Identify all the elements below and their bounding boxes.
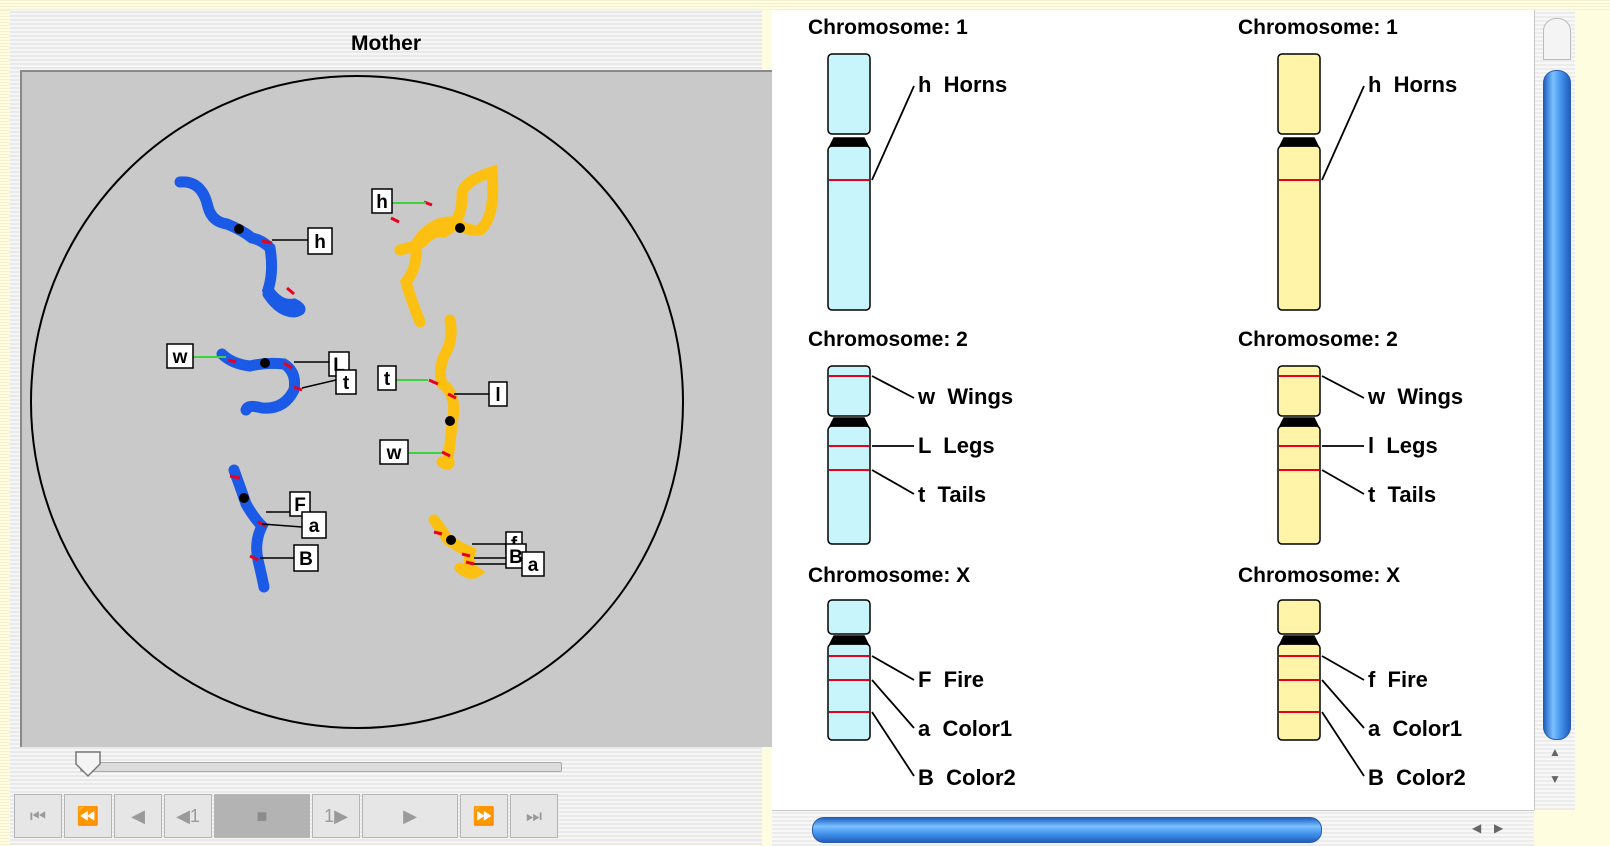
chromosome-title: Chromosome: X <box>1238 564 1401 587</box>
horizontal-scrollbar-thumb[interactable] <box>812 817 1322 843</box>
gene-label: h Horns <box>918 72 1008 97</box>
cell-gene-tag[interactable]: w <box>379 439 409 465</box>
cell-gene-tag[interactable]: a <box>301 511 327 539</box>
scrollbar-cap <box>1543 18 1571 60</box>
chromosome-title: Chromosome: 1 <box>808 16 968 39</box>
stop-button[interactable]: ■ <box>214 794 310 838</box>
chromosome-title: Chromosome: 2 <box>808 328 968 351</box>
gene-label: w Wings <box>1368 384 1464 409</box>
cell-diagram: h h w L t t l w F a B B a <box>30 75 684 729</box>
timeline-slider-thumb[interactable] <box>74 750 104 780</box>
gene-label: F Fire <box>918 667 985 692</box>
svg-text:B: B <box>509 547 523 568</box>
gene-label: t Tails <box>918 482 987 507</box>
horizontal-scrollbar[interactable]: ◀ ▶ <box>772 810 1534 846</box>
gene-label: f Fire <box>1368 667 1428 692</box>
gene-label: l Legs <box>1368 433 1438 458</box>
fast-forward-button[interactable]: ⏩ <box>460 794 508 838</box>
svg-text:a: a <box>309 516 320 537</box>
chromosome-title: Chromosome: 1 <box>1238 16 1398 39</box>
gene-label: t Tails <box>1368 482 1437 507</box>
skip-to-end-button[interactable]: ⏭ <box>510 794 558 838</box>
chromosome-title: Chromosome: X <box>808 564 971 587</box>
back-one-button[interactable]: ◀1 <box>164 794 212 838</box>
panel-title: Mother <box>351 32 421 55</box>
chromosome-title: Chromosome: 2 <box>1238 328 1398 351</box>
scroll-up-arrow-icon[interactable]: ▲ <box>1549 745 1561 759</box>
cell-view[interactable]: h h w L t t l w F a B B a <box>20 70 783 747</box>
cell-gene-tag[interactable]: t <box>335 369 357 395</box>
gene-label: a Color1 <box>1368 716 1463 741</box>
chromosome-1-left <box>827 53 871 135</box>
chromosome-x-left <box>827 599 871 635</box>
cell-gene-tag[interactable]: w <box>166 343 194 369</box>
gene-label: B Color2 <box>918 765 1016 790</box>
cell-gene-tag[interactable]: B <box>293 544 319 572</box>
chromosome-1-right <box>1277 53 1321 135</box>
cell-gene-tag[interactable]: h <box>307 227 333 255</box>
svg-text:t: t <box>384 369 391 390</box>
gene-label: w Wings <box>918 384 1014 409</box>
chromosome-2-right <box>1277 365 1321 417</box>
timeline-slider-track[interactable] <box>80 762 562 772</box>
chromosome-x-right <box>1277 599 1321 635</box>
svg-text:h: h <box>314 232 326 253</box>
gene-label: L Legs <box>918 433 995 458</box>
svg-text:w: w <box>172 347 188 368</box>
scroll-down-arrow-icon[interactable]: ▼ <box>1549 772 1561 786</box>
svg-text:l: l <box>495 385 500 406</box>
rewind-button[interactable]: ⏪ <box>64 794 112 838</box>
chromosome-map-panel: Chromosome: 1 Chromosome: 2 Chromosome: … <box>772 10 1534 810</box>
gene-label: B Color2 <box>1368 765 1466 790</box>
mother-strand-chrX-yellow <box>428 514 486 579</box>
svg-text:w: w <box>386 443 402 464</box>
step-back-button[interactable]: ◀ <box>114 794 162 838</box>
mother-strand-chr2-yellow <box>434 314 460 470</box>
svg-text:t: t <box>343 373 350 394</box>
mother-strand-chrX-blue <box>228 464 270 593</box>
cell-gene-tag[interactable]: t <box>377 365 397 391</box>
svg-text:h: h <box>376 192 388 213</box>
vertical-scrollbar[interactable]: ▲ ▼ <box>1534 10 1575 810</box>
cell-gene-tag[interactable]: l <box>488 381 508 407</box>
mother-panel: Mother h h w L t t l w F a B B a ⏮ ⏪ ◀ ◀… <box>10 10 783 845</box>
cell-gene-tag[interactable]: a <box>521 551 545 577</box>
mother-strand-chr1-yellow <box>394 164 499 328</box>
chromosome-2-left <box>827 365 871 417</box>
svg-text:a: a <box>528 555 539 576</box>
skip-to-start-button[interactable]: ⏮ <box>14 794 62 838</box>
gene-label: h Horns <box>1368 72 1458 97</box>
svg-text:B: B <box>299 549 313 570</box>
scroll-right-arrow-icon[interactable]: ▶ <box>1494 821 1503 835</box>
mother-strand-chr1-blue <box>174 176 306 318</box>
gene-label: a Color1 <box>918 716 1013 741</box>
scroll-left-arrow-icon[interactable]: ◀ <box>1472 821 1481 835</box>
play-button[interactable]: ▶ <box>362 794 458 838</box>
forward-one-button[interactable]: 1▶ <box>312 794 360 838</box>
vertical-scrollbar-thumb[interactable] <box>1543 70 1571 740</box>
cell-gene-tag[interactable]: h <box>371 188 393 214</box>
